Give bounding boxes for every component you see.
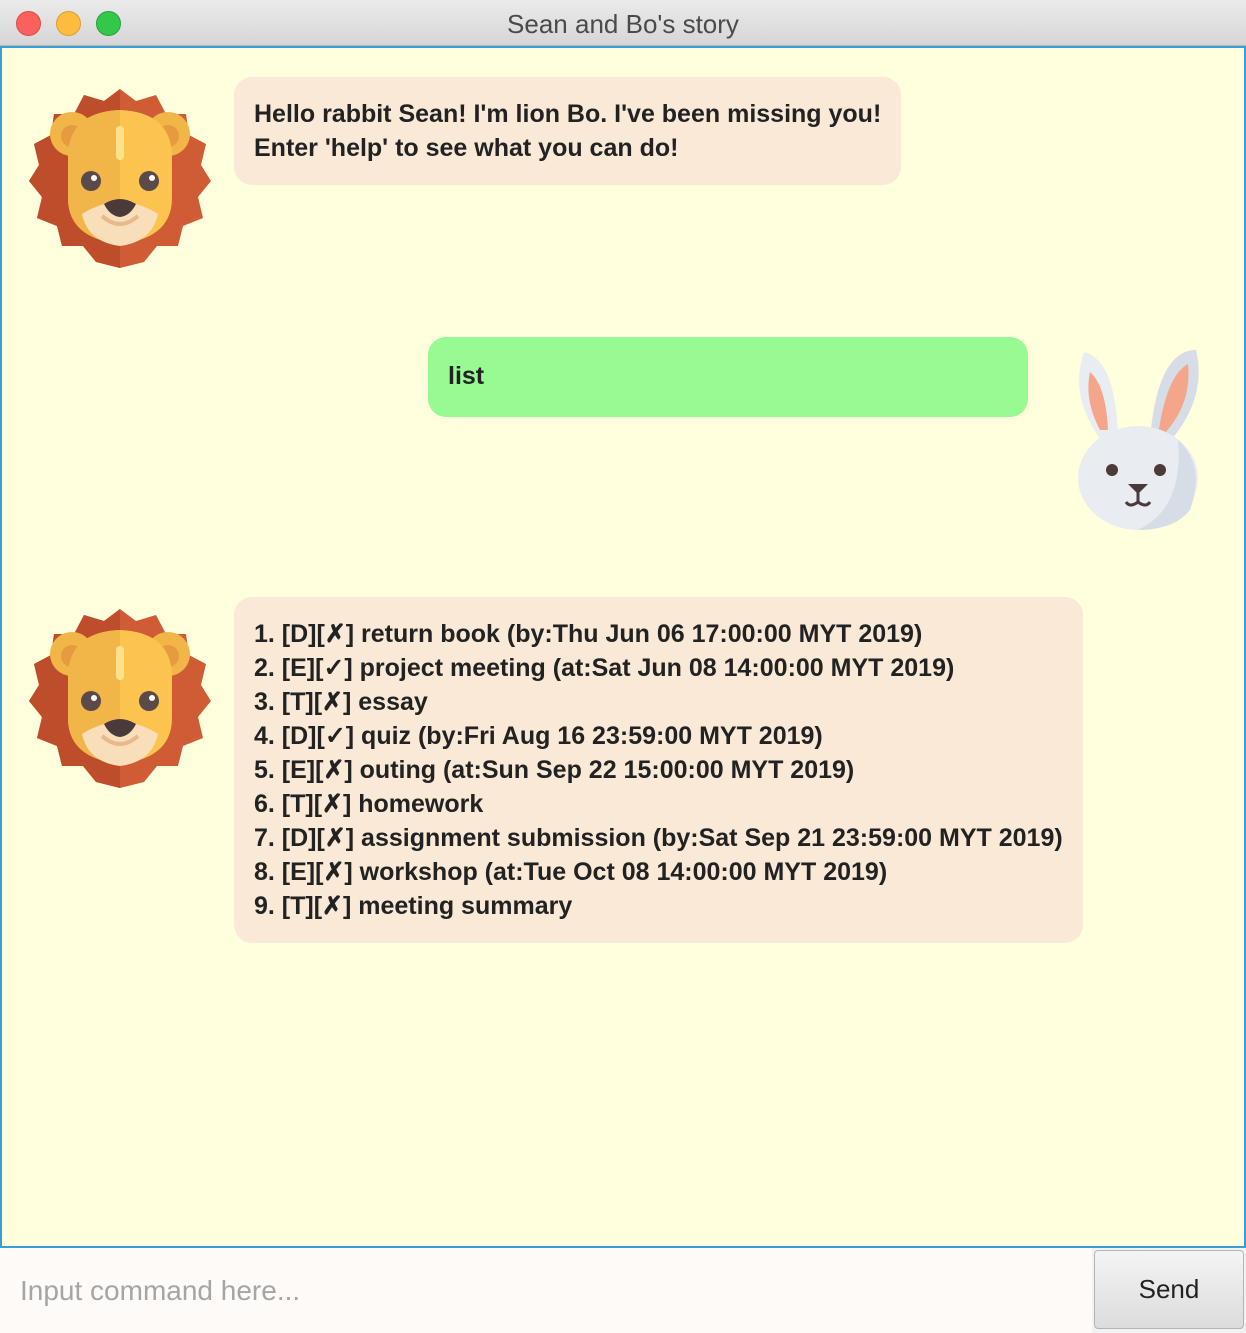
task-list-item: 3. [T][✗] essay [254,688,428,716]
task-list-item: 7. [D][✗] assignment submission (by:Sat … [254,824,1063,852]
task-list-item: 8. [E][✗] workshop (at:Tue Oct 08 14:00:… [254,858,888,886]
message-text: Hello rabbit Sean! I'm lion Bo. I've bee… [254,100,882,128]
task-list-item: 4. [D][✓] quiz (by:Fri Aug 16 23:59:00 M… [254,722,823,750]
lion-icon [28,86,212,275]
bot-message-bubble: Hello rabbit Sean! I'm lion Bo. I've bee… [234,77,902,185]
command-input[interactable] [0,1248,1092,1333]
task-list-item: 2. [E][✓] project meeting (at:Sat Jun 08… [254,654,955,682]
task-list-item: 1. [D][✗] return book (by:Thu Jun 06 17:… [254,620,923,648]
window-title: Sean and Bo's story [507,9,739,39]
user-message-bubble: list [428,337,1028,417]
message-text: list [448,362,485,390]
rabbit-icon [1066,346,1206,535]
task-list-item: 9. [T][✗] meeting summary [254,892,573,920]
chat-dialog-area[interactable]: Hello rabbit Sean! I'm lion Bo. I've bee… [0,46,1246,1248]
bot-message-bubble: 1. [D][✗] return book (by:Thu Jun 06 17:… [234,597,1083,943]
task-list-item: 6. [T][✗] homework [254,790,484,818]
input-bar: Send [0,1248,1246,1333]
task-list-item: 5. [E][✗] outing (at:Sun Sep 22 15:00:00… [254,756,855,784]
send-button[interactable]: Send [1094,1250,1244,1329]
lion-icon [28,606,212,795]
window-titlebar: Sean and Bo's story [0,0,1246,46]
message-text: Enter 'help' to see what you can do! [254,134,679,162]
